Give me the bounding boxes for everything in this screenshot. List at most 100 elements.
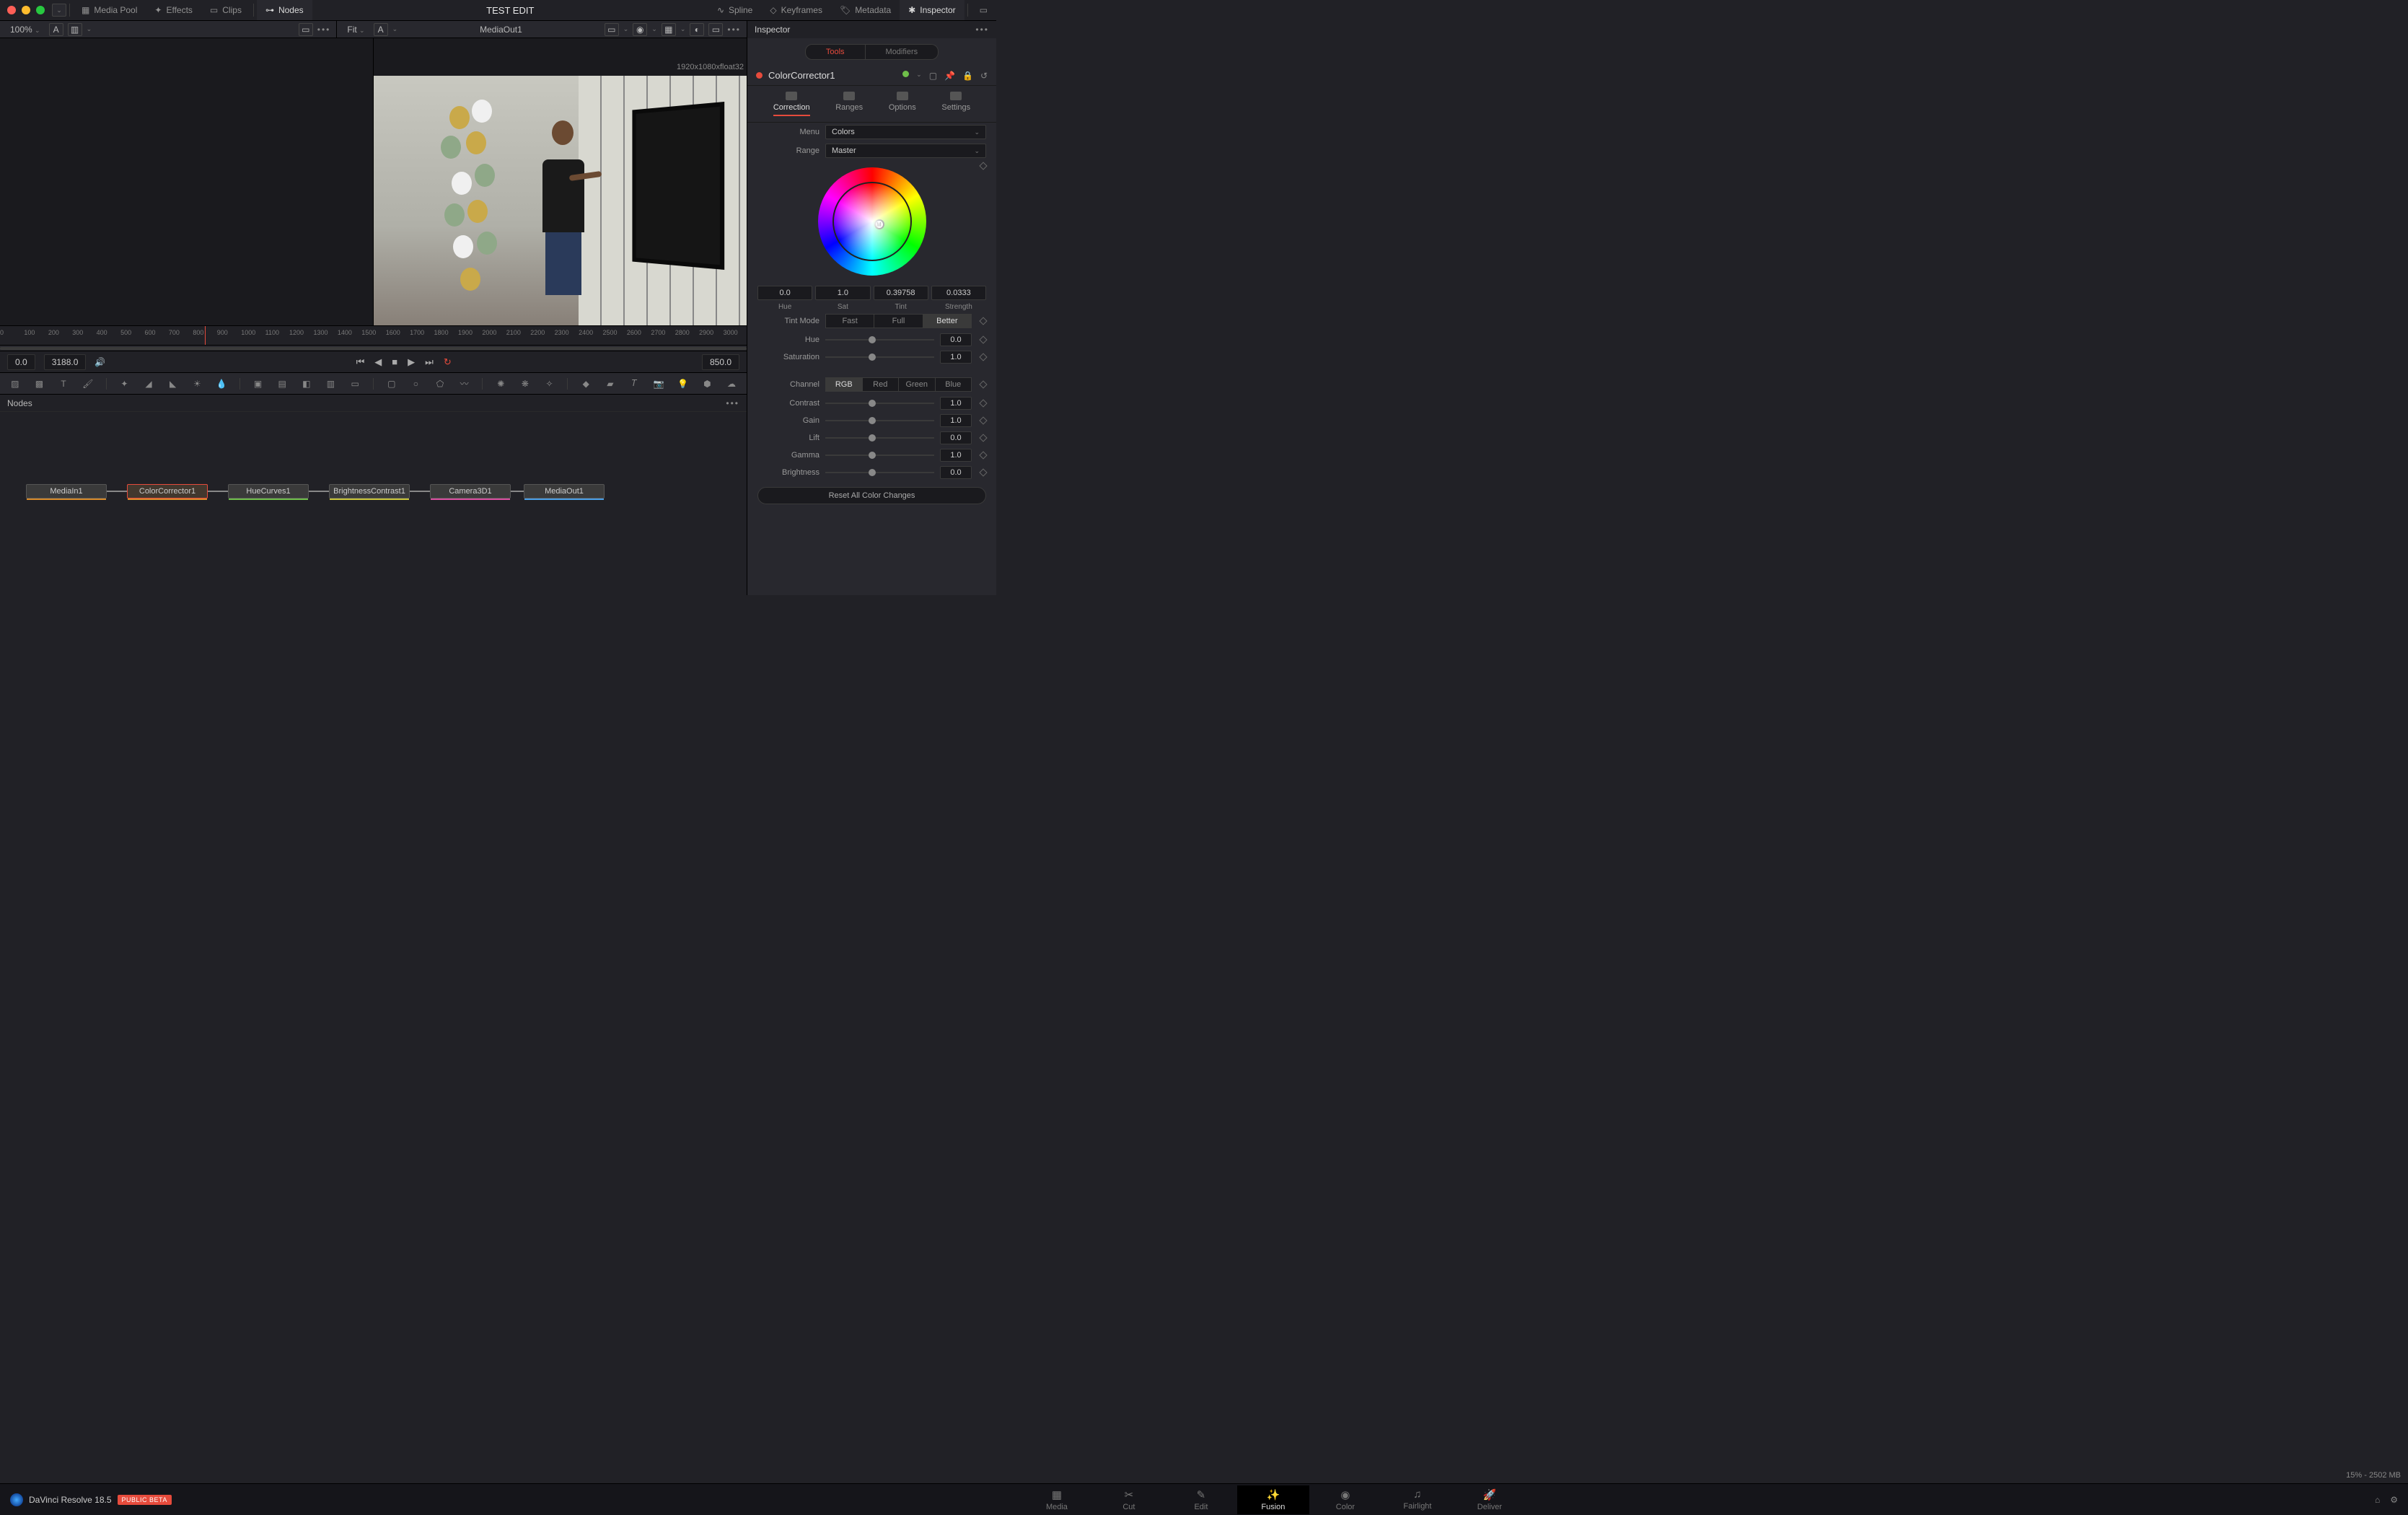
strength-value[interactable]: 0.0333 (931, 286, 986, 300)
node-brightnesscontrast1[interactable]: BrightnessContrast1 (329, 484, 410, 499)
play-icon[interactable]: ▶ (408, 356, 415, 368)
light-tool-icon[interactable]: 💡 (677, 377, 690, 390)
paint-tool-icon[interactable]: 🖌 (82, 377, 95, 390)
home-icon[interactable]: ⌂ (2375, 1495, 2380, 1505)
letterbox-tool-icon[interactable]: ▭ (348, 377, 361, 390)
first-frame-icon[interactable]: ⏮ (356, 356, 365, 368)
sat-value[interactable]: 1.0 (815, 286, 870, 300)
text3d-tool-icon[interactable]: 𝑇 (628, 377, 641, 390)
resize-tool-icon[interactable]: ◧ (300, 377, 313, 390)
step-back-icon[interactable]: ◀ (374, 356, 382, 368)
range-select[interactable]: Master⌄ (825, 144, 986, 158)
hue-slider[interactable] (825, 339, 934, 341)
keyframe-diamond[interactable] (979, 380, 987, 388)
subtab-correction[interactable]: Correction (773, 92, 810, 116)
time-ruler[interactable]: 0100200300400500600700800900100011001200… (0, 325, 747, 346)
rectangle-mask-icon[interactable]: ▢ (385, 377, 398, 390)
nodes-menu-icon[interactable]: ••• (726, 398, 739, 408)
tab-tools[interactable]: Tools (805, 44, 866, 60)
ellipse-mask-icon[interactable]: ○ (410, 377, 423, 390)
gain-value[interactable]: 1.0 (940, 414, 972, 427)
node-huecurves1[interactable]: HueCurves1 (228, 484, 309, 499)
viewer-right[interactable]: 1920x1080xfloat32 (373, 38, 747, 325)
close-icon[interactable] (7, 6, 16, 14)
keyframe-diamond[interactable] (979, 317, 987, 325)
channel-green[interactable]: Green (899, 377, 936, 392)
stereo-icon[interactable]: ◉ (633, 23, 647, 36)
keyframe-diamond[interactable] (979, 399, 987, 407)
render3d-tool-icon[interactable]: ⬢ (701, 377, 714, 390)
stop-icon[interactable]: ■ (392, 356, 397, 367)
prender-tool-icon[interactable]: ✧ (543, 377, 556, 390)
zoom-left[interactable]: 100% ⌄ (6, 25, 45, 35)
dual-screen-icon[interactable]: ▭ (971, 0, 996, 20)
scrollbar[interactable] (0, 347, 747, 350)
tab-modifiers[interactable]: Modifiers (866, 44, 939, 60)
node-mediaout1[interactable]: MediaOut1 (524, 484, 605, 499)
grid-icon[interactable]: ▦ (662, 23, 676, 36)
color-icon[interactable]: ◐ (690, 23, 704, 36)
wheel-indicator[interactable]: M (874, 219, 884, 229)
hue-value[interactable]: 0.0 (757, 286, 812, 300)
hue-value[interactable]: 0.0 (940, 333, 972, 346)
minimize-icon[interactable] (22, 6, 30, 14)
tint-value[interactable]: 0.39758 (874, 286, 928, 300)
timecode-current[interactable]: 850.0 (702, 354, 739, 370)
camera3d-tool-icon[interactable]: 📷 (652, 377, 665, 390)
channel-rgb[interactable]: RGB (825, 377, 863, 392)
merge-tool-icon[interactable]: ▣ (252, 377, 265, 390)
project-settings-icon[interactable]: ⚙ (2390, 1495, 2398, 1505)
polygon-mask-icon[interactable]: ⬠ (434, 377, 447, 390)
reset-button[interactable]: Reset All Color Changes (757, 487, 986, 504)
nodes-button[interactable]: ⊶Nodes (257, 0, 312, 20)
keyframe-diamond[interactable] (979, 353, 987, 361)
lift-slider[interactable] (825, 437, 934, 439)
effects-button[interactable]: ✦Effects (146, 0, 201, 20)
node-camera3d1[interactable]: Camera3D1 (430, 484, 511, 499)
keyframe-diamond[interactable] (979, 451, 987, 459)
last-frame-icon[interactable]: ⏭ (425, 356, 434, 368)
enable-dot[interactable] (902, 71, 909, 77)
page-fusion[interactable]: ✨Fusion (1237, 1485, 1309, 1514)
color-wheel[interactable]: M (818, 167, 926, 276)
tint-mode-segment[interactable]: Fast Full Better (825, 314, 972, 328)
subtab-settings[interactable]: Settings (941, 92, 970, 116)
inspector-menu-icon[interactable]: ••• (975, 25, 989, 35)
layout-dropdown[interactable]: ⌄ (52, 4, 66, 17)
node-colorcorrector1[interactable]: ColorCorrector1 (127, 484, 208, 499)
gamma-slider[interactable] (825, 454, 934, 456)
subtab-ranges[interactable]: Ranges (835, 92, 863, 116)
blur-tool-icon[interactable]: ◣ (167, 377, 180, 390)
split-view-icon[interactable]: ▥ (68, 23, 82, 36)
tint-better[interactable]: Better (923, 314, 972, 328)
reset-icon[interactable]: ↺ (980, 71, 988, 81)
keyframe-diamond[interactable] (979, 335, 987, 343)
roi-icon[interactable]: ▭ (605, 23, 619, 36)
maximize-icon[interactable] (36, 6, 45, 14)
saturation-value[interactable]: 1.0 (940, 351, 972, 364)
fastnoise-tool-icon[interactable]: ▩ (33, 377, 46, 390)
audio-icon[interactable]: 🔊 (95, 357, 105, 367)
gamma-value[interactable]: 1.0 (940, 449, 972, 462)
brightness-value[interactable]: 0.0 (940, 466, 972, 479)
single-view-icon[interactable]: ▭ (299, 23, 313, 36)
media-pool-button[interactable]: ▦Media Pool (73, 0, 146, 20)
contrast-slider[interactable] (825, 403, 934, 404)
spline-button[interactable]: ∿Spline (708, 0, 761, 20)
viewer-right-menu[interactable]: ••• (727, 25, 741, 35)
page-media[interactable]: ▦Media (1021, 1485, 1093, 1514)
bspline-mask-icon[interactable]: 〰 (458, 377, 471, 390)
particles-tool-icon[interactable]: ✺ (494, 377, 507, 390)
lift-value[interactable]: 0.0 (940, 431, 972, 444)
expand-icon[interactable]: ▭ (708, 23, 723, 36)
pin-icon[interactable]: 📌 (944, 71, 955, 81)
saturation-slider[interactable] (825, 356, 934, 358)
timecode-end[interactable]: 3188.0 (44, 354, 87, 370)
keyframes-button[interactable]: ◇Keyframes (761, 0, 831, 20)
page-color[interactable]: ◉Color (1309, 1485, 1381, 1514)
transform-tool-icon[interactable]: ▤ (276, 377, 289, 390)
view-mode-a-icon[interactable]: A (49, 23, 63, 36)
contrast-value[interactable]: 1.0 (940, 397, 972, 410)
keyframe-diamond[interactable] (979, 434, 987, 442)
page-deliver[interactable]: 🚀Deliver (1454, 1485, 1526, 1514)
